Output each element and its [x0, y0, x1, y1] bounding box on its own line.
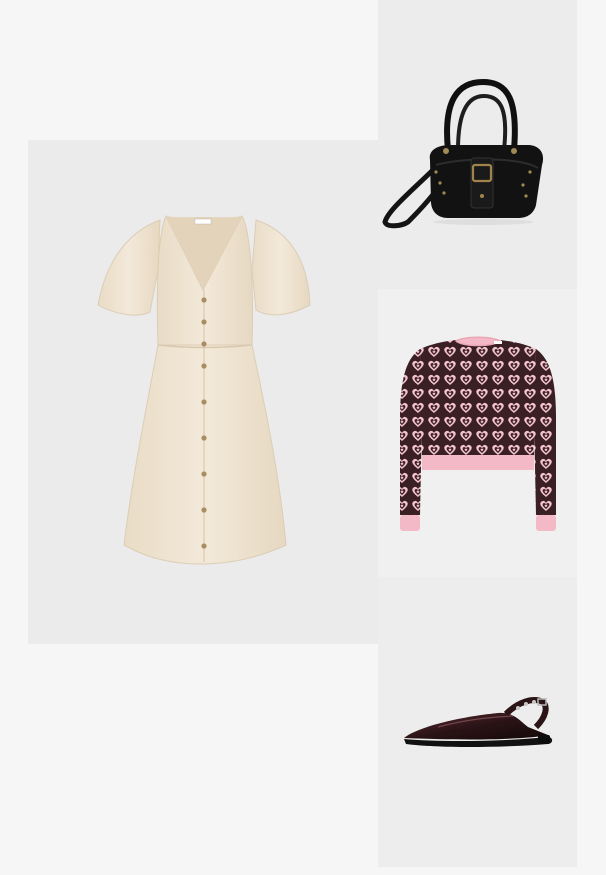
- slingback-flats-product-tile[interactable]: [378, 577, 577, 867]
- sweater-product-tile[interactable]: [378, 289, 577, 577]
- dress-product-tile[interactable]: [28, 140, 378, 644]
- handbag-icon: [382, 78, 544, 229]
- shoe-icon: [404, 697, 553, 747]
- sweater-icon: [400, 336, 556, 531]
- outfit-collage: [0, 0, 606, 875]
- dress-icon: [97, 214, 311, 565]
- handbag-product-tile[interactable]: [378, 0, 577, 289]
